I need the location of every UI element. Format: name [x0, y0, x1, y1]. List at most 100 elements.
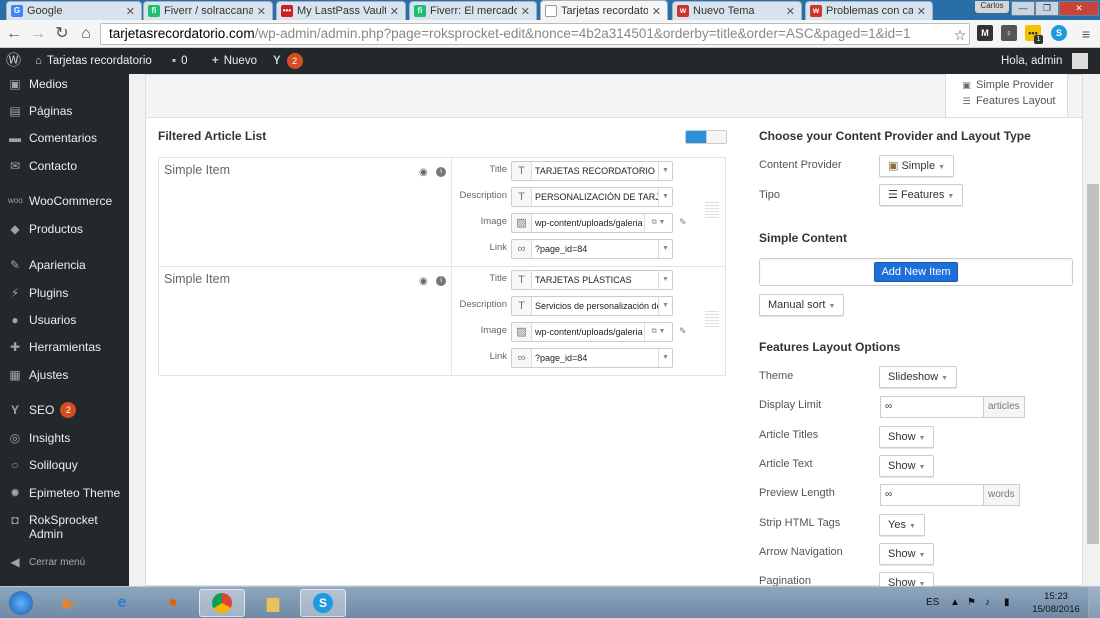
tab-fiverr-mercado[interactable]: fi Fiverr: El mercado p ✕: [409, 1, 537, 20]
seo-link[interactable]: Y2: [273, 48, 303, 74]
sidebar-item-woocommerce[interactable]: woo WooCommerce: [0, 188, 129, 214]
chevron-down-icon[interactable]: ▼: [658, 240, 672, 258]
preview-length-input[interactable]: ∞: [880, 484, 984, 506]
sidebar-item-medios[interactable]: ▣ Medios: [0, 71, 129, 97]
show-desktop-button[interactable]: [1088, 587, 1100, 618]
sidebar-item-apariencia[interactable]: ✎ Apariencia: [0, 252, 129, 278]
taskbar-media-player[interactable]: ▶: [46, 589, 92, 617]
pagination-select[interactable]: Show ▼: [879, 572, 935, 586]
tab-nuevo-tema[interactable]: w Nuevo Tema ✕: [672, 1, 802, 20]
account-link[interactable]: Hola, admin: [1001, 48, 1088, 74]
sidebar-item-roksprocket[interactable]: ◘ RokSprocket Admin: [0, 513, 129, 543]
tab-google[interactable]: G Google ✕: [6, 1, 142, 20]
close-icon[interactable]: ✕: [917, 5, 926, 18]
sidebar-item-usuarios[interactable]: ● Usuarios: [0, 307, 129, 333]
view-toggle[interactable]: [685, 130, 727, 144]
new-content-link[interactable]: + Nuevo: [212, 48, 257, 74]
restore-icon[interactable]: ❐: [1035, 1, 1059, 16]
home-icon[interactable]: ⌂: [76, 24, 96, 44]
drag-handle-icon[interactable]: [705, 311, 719, 327]
description-field[interactable]: T Servicios de personalización de ▼: [511, 296, 673, 316]
manual-sort-select[interactable]: Manual sort ▼: [759, 294, 845, 316]
taskbar-explorer[interactable]: ▆: [250, 589, 296, 617]
display-limit-input[interactable]: ∞: [880, 396, 984, 418]
article-titles-select[interactable]: Show ▼: [879, 426, 935, 448]
chevron-down-icon[interactable]: ▼: [658, 162, 672, 180]
language-indicator[interactable]: ES: [926, 587, 939, 618]
image-picker-icon[interactable]: ⧉ ▼: [644, 214, 672, 232]
grid-view-icon[interactable]: [705, 131, 726, 143]
edit-icon[interactable]: ✎: [679, 217, 687, 228]
sidebar-item-soliloquy[interactable]: ○ Soliloquy: [0, 452, 129, 478]
description-field[interactable]: T PERSONALIZACIÓN DE TARJ ▼: [511, 187, 673, 207]
title-field[interactable]: T TARJETAS PLÁSTICAS ▼: [511, 270, 673, 290]
skype-icon[interactable]: S: [1051, 25, 1067, 41]
info-icon[interactable]: i: [436, 276, 446, 286]
title-field[interactable]: T TARJETAS RECORDATORIO ▼: [511, 161, 673, 181]
tab-problemas[interactable]: w Problemas con cam ✕: [805, 1, 933, 20]
network-icon[interactable]: ▮: [1004, 587, 1010, 618]
sidebar-item-comentarios[interactable]: ▬ Comentarios: [0, 125, 129, 151]
comments-link[interactable]: ▪ 0: [172, 48, 187, 74]
close-icon[interactable]: ✕: [390, 5, 399, 18]
reload-icon[interactable]: ↻: [52, 24, 72, 44]
eye-icon[interactable]: ◉: [419, 167, 428, 178]
link-field[interactable]: ∞ ?page_id=84 ▼: [511, 348, 673, 368]
start-button[interactable]: [2, 589, 40, 617]
show-hidden-icons-icon[interactable]: ▲: [950, 587, 960, 618]
taskbar-skype[interactable]: S: [300, 589, 346, 617]
chevron-down-icon[interactable]: ▼: [658, 349, 672, 367]
chevron-down-icon[interactable]: ▼: [658, 271, 672, 289]
taskbar-chrome[interactable]: [199, 589, 245, 617]
volume-icon[interactable]: ♪: [985, 587, 990, 618]
list-view-icon[interactable]: [686, 131, 706, 143]
sidebar-item-productos[interactable]: ◆ Productos: [0, 216, 129, 242]
article-text-select[interactable]: Show ▼: [879, 455, 935, 477]
close-icon[interactable]: ✕: [652, 5, 661, 18]
type-select[interactable]: ☰ Features ▼: [879, 184, 964, 206]
sidebar-item-ajustes[interactable]: ▦ Ajustes: [0, 362, 129, 388]
sidebar-item-contacto[interactable]: ✉ Contacto: [0, 153, 129, 179]
minimize-icon[interactable]: —: [1011, 1, 1035, 16]
bookmark-star-icon[interactable]: ☆: [950, 25, 970, 45]
image-field[interactable]: ▨ wp-content/uploads/galeria ⧉ ▼: [511, 213, 673, 233]
tab-tarjetas-active[interactable]: Tarjetas recordatorio ✕: [540, 0, 668, 21]
eye-icon[interactable]: ◉: [419, 276, 428, 287]
scrollbar-thumb[interactable]: [1087, 184, 1099, 544]
link-field[interactable]: ∞ ?page_id=84 ▼: [511, 239, 673, 259]
provider-select[interactable]: ▣ Simple ▼: [879, 155, 955, 177]
arrow-navigation-select[interactable]: Show ▼: [879, 543, 935, 565]
add-new-item-button[interactable]: Add New Item: [874, 262, 958, 282]
extension-bulb-icon[interactable]: ♀: [1001, 25, 1017, 41]
sidebar-item-epimeteo-theme[interactable]: ✹ Epimeteo Theme: [0, 480, 129, 506]
extension-m-icon[interactable]: M: [977, 25, 993, 41]
close-icon[interactable]: ✕: [786, 5, 795, 18]
sidebar-item-plugins[interactable]: ⚡ Plugins: [0, 280, 129, 306]
clock[interactable]: 15:23 15/08/2016: [1030, 590, 1082, 616]
action-center-flag-icon[interactable]: ⚑: [967, 587, 976, 618]
taskbar-ie[interactable]: e: [99, 589, 145, 617]
menu-icon[interactable]: ≡: [1076, 24, 1096, 44]
taskbar-firefox[interactable]: ●: [150, 589, 196, 617]
chevron-down-icon[interactable]: ▼: [658, 297, 672, 315]
sidebar-item-insights[interactable]: ◎ Insights: [0, 425, 129, 451]
close-icon[interactable]: ✕: [126, 5, 135, 18]
tab-lastpass[interactable]: ••• My LastPass Vault ✕: [276, 1, 406, 20]
address-bar[interactable]: tarjetasrecordatorio.com/wp-admin/admin.…: [100, 23, 970, 45]
sidebar-item-herramientas[interactable]: ✚ Herramientas: [0, 334, 129, 360]
image-field[interactable]: ▨ wp-content/uploads/galeria ⧉ ▼: [511, 322, 673, 342]
info-icon[interactable]: i: [436, 167, 446, 177]
edit-icon[interactable]: ✎: [679, 326, 687, 337]
collapse-menu-button[interactable]: ◀ Cerrar menú: [0, 549, 129, 575]
sidebar-item-paginas[interactable]: ▤ Páginas: [0, 98, 129, 124]
image-picker-icon[interactable]: ⧉ ▼: [644, 323, 672, 341]
forward-icon[interactable]: →: [28, 24, 48, 44]
sidebar-item-seo[interactable]: Y SEO 2: [0, 397, 129, 423]
chevron-down-icon[interactable]: ▼: [658, 188, 672, 206]
tab-fiverr[interactable]: fi Fiverr / solraccanaria ✕: [143, 1, 273, 20]
strip-html-select[interactable]: Yes ▼: [879, 514, 925, 536]
theme-select[interactable]: Slideshow ▼: [879, 366, 958, 388]
drag-handle-icon[interactable]: [705, 202, 719, 218]
close-icon[interactable]: ✕: [257, 5, 266, 18]
back-icon[interactable]: ←: [4, 24, 24, 44]
